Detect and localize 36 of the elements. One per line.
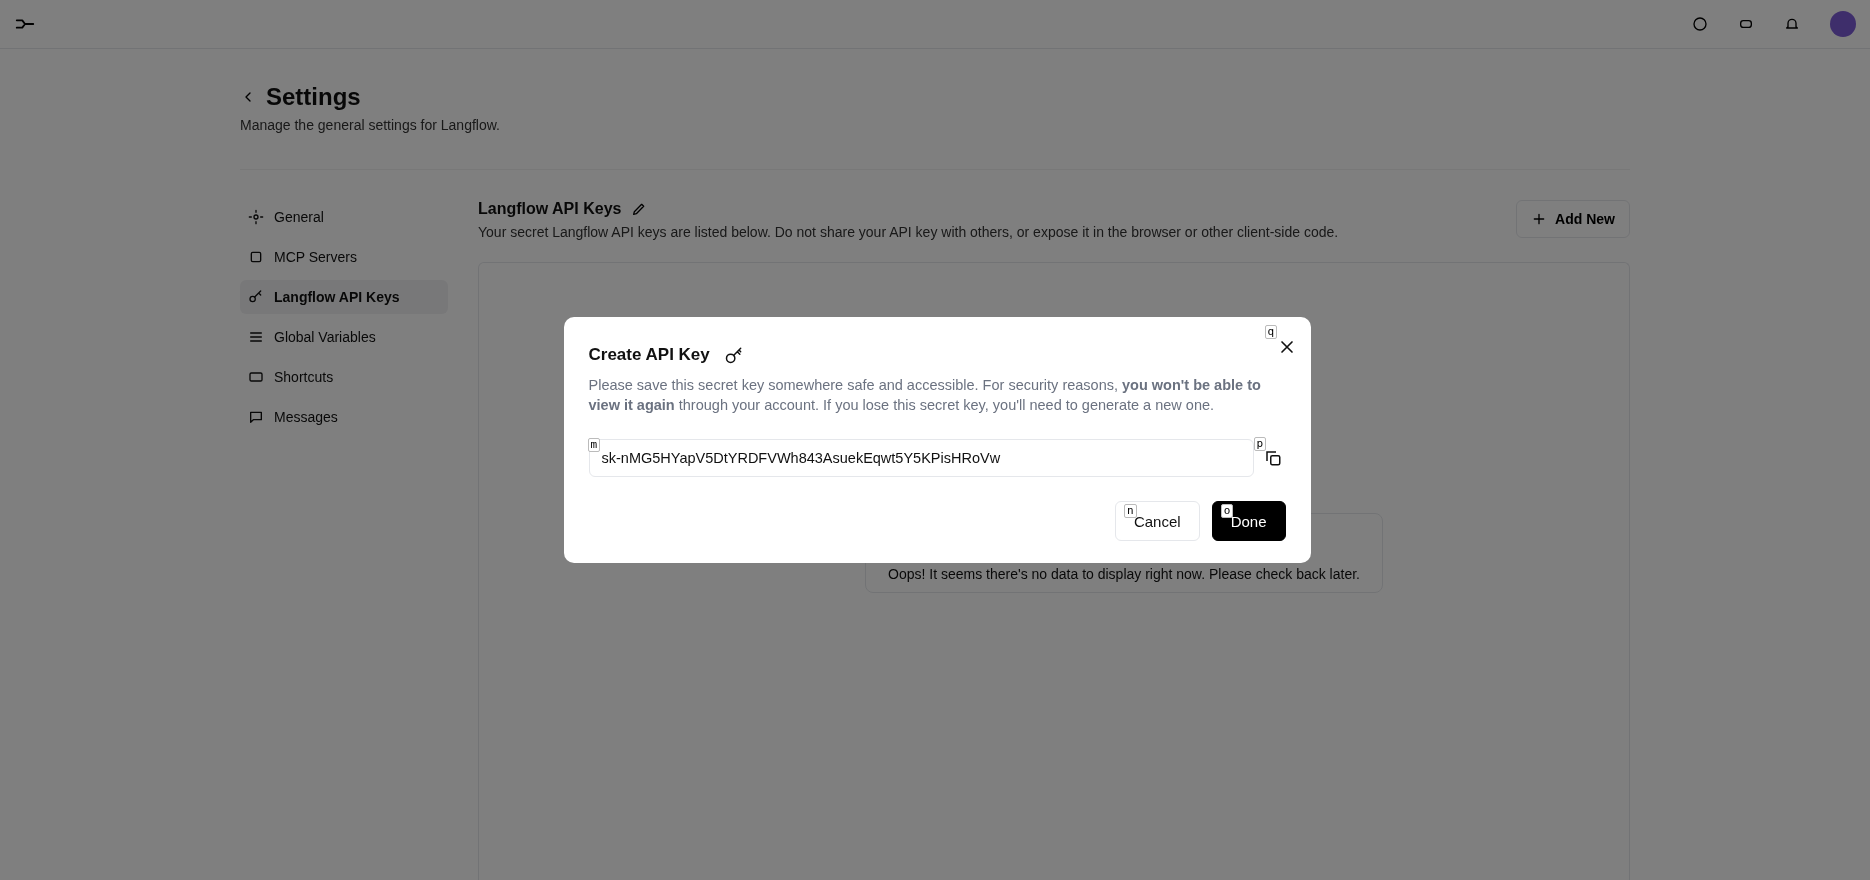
hint-badge: q xyxy=(1264,325,1278,339)
api-key-field[interactable]: sk-nMG5HYapV5DtYRDFVWh843AsuekEqwt5Y5KPisHRoVw m xyxy=(588,439,1254,477)
hint-badge: n xyxy=(1123,504,1137,518)
sidebar-label: Shortcuts xyxy=(274,369,334,385)
api-key-value: sk-nMG5HYapV5DtYRDFVWh843AsuekEqwt5Y5KPisHRoVw xyxy=(601,450,1001,466)
sidebar-item[interactable]: MCP Servers xyxy=(240,240,448,274)
sidebar-icon xyxy=(248,409,264,425)
sidebar-icon xyxy=(248,369,264,385)
dialog-description: Please save this secret key somewhere safe and accessible. For security reasons, you won't be able to view it again through your account. If you lose this secret key, you'll need to generate a new one. xyxy=(588,376,1262,415)
dialog-title: Create API Key xyxy=(588,345,710,365)
copy-icon xyxy=(1263,449,1282,467)
page-title: Settings xyxy=(266,83,361,111)
hint-badge: p xyxy=(1253,437,1267,451)
sidebar-icon xyxy=(248,209,264,225)
avatar[interactable] xyxy=(1830,11,1856,37)
sidebar-icon xyxy=(248,289,264,305)
sidebar-item[interactable]: General xyxy=(240,200,448,234)
sidebar-item[interactable]: Global Variables xyxy=(240,320,448,354)
sidebar-icon xyxy=(248,329,264,345)
key-icon xyxy=(723,345,744,365)
hint-badge: o xyxy=(1220,504,1234,518)
sidebar-label: MCP Servers xyxy=(274,249,357,265)
add-new-button[interactable]: Add New xyxy=(1516,200,1630,238)
bell-icon xyxy=(1784,16,1800,32)
sidebar-label: General xyxy=(274,209,324,225)
sidebar-label: Langflow API Keys xyxy=(274,289,400,305)
hint-badge: m xyxy=(587,438,601,452)
sidebar-item[interactable]: Langflow API Keys xyxy=(240,280,448,314)
sidebar-item[interactable]: Shortcuts xyxy=(240,360,448,394)
section-description: Your secret Langflow API keys are listed below. Do not share your API key with others, or expose it in the browser or other client-side code. xyxy=(478,224,1339,240)
page-subtitle: Manage the general settings for Langflow. xyxy=(240,117,501,133)
sidebar-item[interactable]: Messages xyxy=(240,400,448,434)
sidebar-icon xyxy=(248,249,264,265)
section-title: Langflow API Keys xyxy=(478,200,622,218)
sidebar-label: Global Variables xyxy=(274,329,376,345)
sidebar-label: Messages xyxy=(274,409,338,425)
